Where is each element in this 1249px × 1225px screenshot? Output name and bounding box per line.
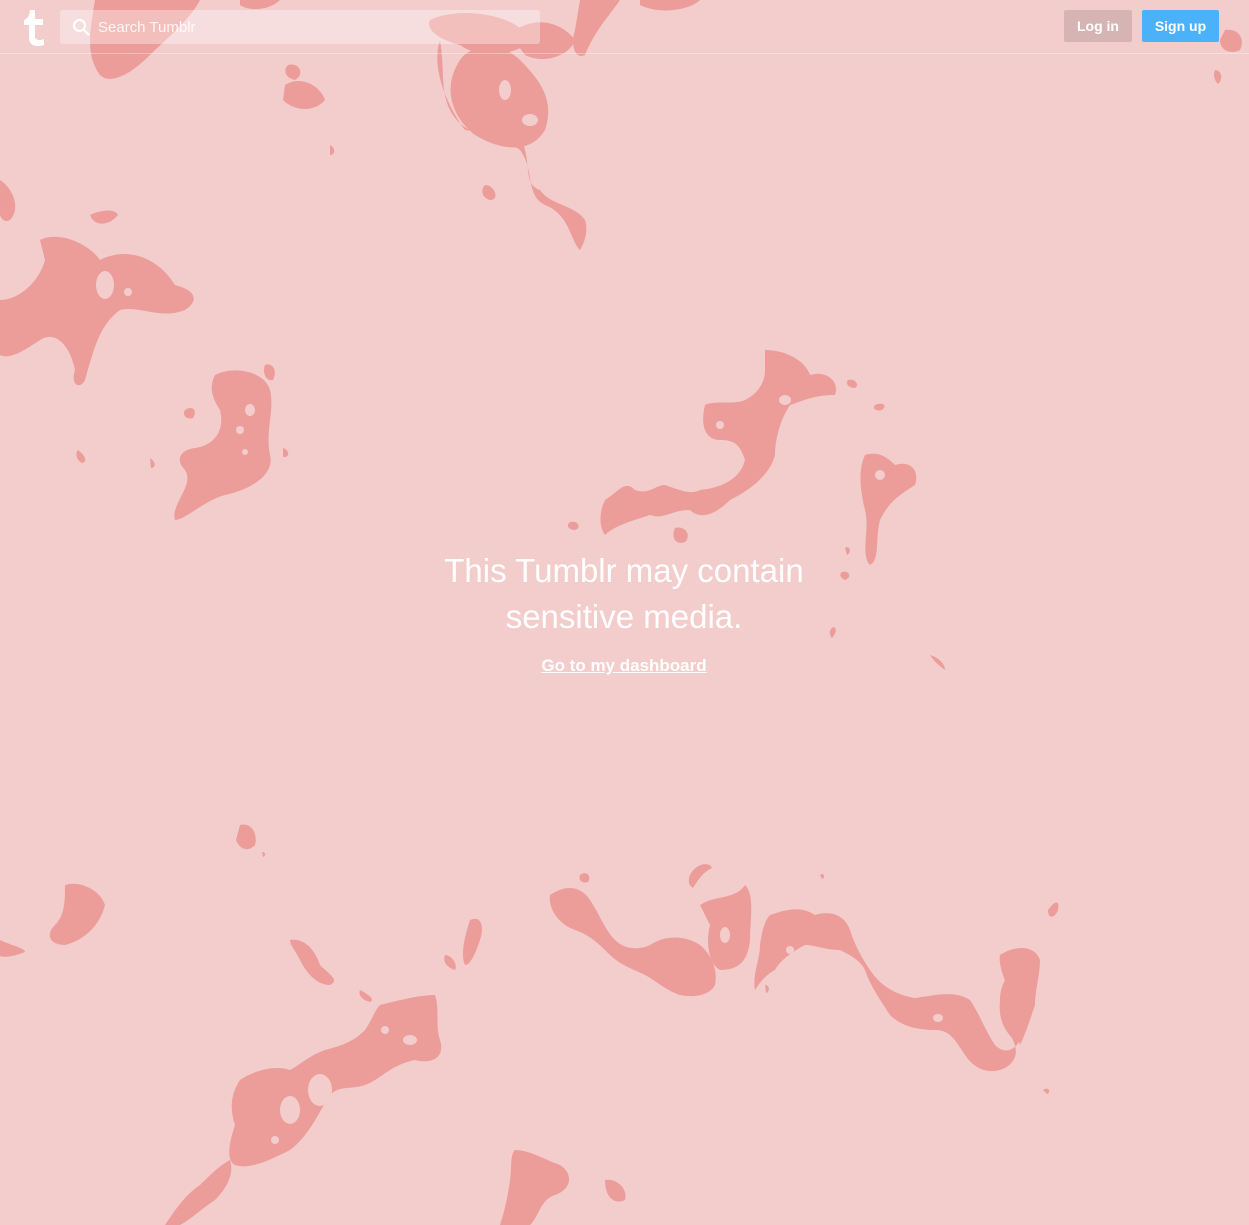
notice-title: This Tumblr may contain sensitive media. [374, 548, 874, 640]
dashboard-link[interactable]: Go to my dashboard [541, 656, 706, 676]
signup-button[interactable]: Sign up [1142, 10, 1219, 42]
top-nav: Log in Sign up [0, 0, 1249, 54]
search-input[interactable] [98, 10, 528, 44]
sensitive-media-notice: This Tumblr may contain sensitive media.… [374, 548, 874, 676]
search-bar[interactable] [60, 10, 540, 44]
login-button[interactable]: Log in [1064, 10, 1132, 42]
notice-title-line-1: This Tumblr may contain [444, 552, 804, 589]
search-icon [73, 19, 90, 36]
notice-title-line-2: sensitive media. [505, 598, 743, 635]
tumblr-logo-icon[interactable] [20, 8, 48, 46]
